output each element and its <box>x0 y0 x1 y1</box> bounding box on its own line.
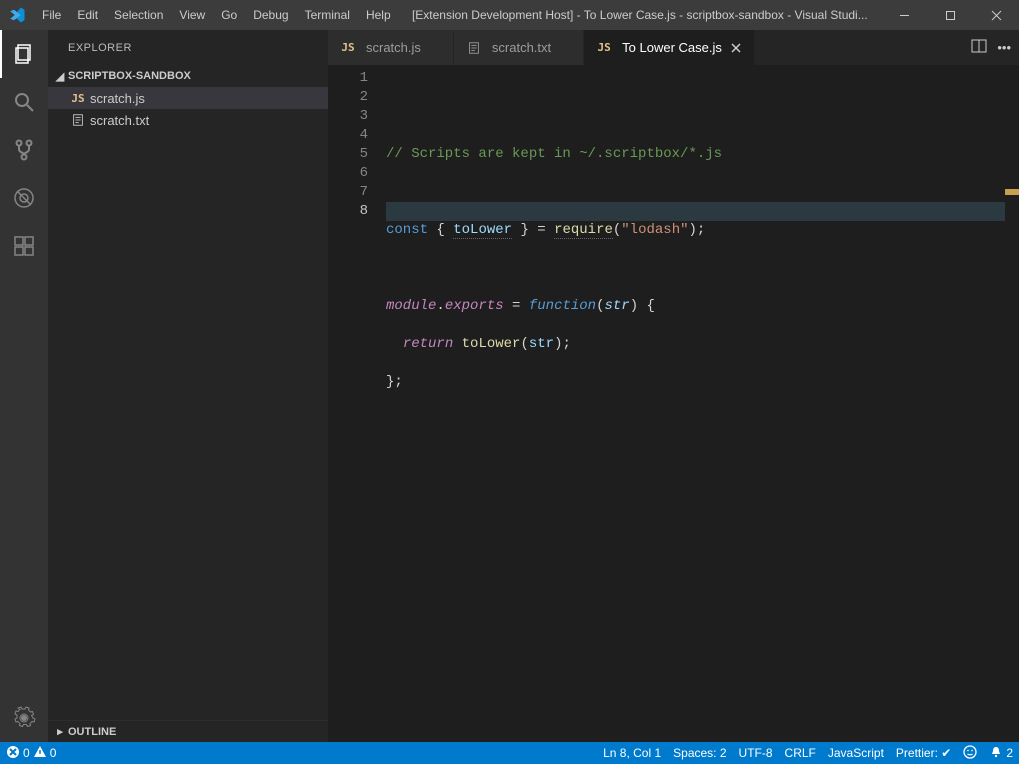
menu-terminal[interactable]: Terminal <box>297 0 358 30</box>
activity-search[interactable] <box>0 78 48 126</box>
close-button[interactable] <box>973 0 1019 30</box>
smiley-icon <box>963 745 977 762</box>
tree-item-scratch-txt[interactable]: scratch.txt <box>48 109 328 131</box>
js-file-icon: JS <box>68 92 88 105</box>
status-errors[interactable]: 0 0 <box>0 742 62 764</box>
status-notifications[interactable]: 2 <box>983 742 1019 764</box>
sidebar-title: EXPLORER <box>48 30 328 65</box>
editor-actions: ••• <box>963 30 1019 65</box>
code-content[interactable]: // Scripts are kept in ~/.scriptbox/*.js… <box>386 65 1005 742</box>
section-header-folder[interactable]: ◢ SCRIPTBOX-SANDBOX <box>48 65 328 87</box>
menu-edit[interactable]: Edit <box>69 0 106 30</box>
activity-explorer[interactable] <box>0 30 48 78</box>
menu-file[interactable]: File <box>34 0 69 30</box>
file-label: scratch.txt <box>90 113 149 128</box>
overview-mark <box>1005 189 1019 195</box>
window-controls <box>881 0 1019 30</box>
js-file-icon: JS <box>338 41 358 54</box>
warning-icon <box>33 745 47 762</box>
tab-label: To Lower Case.js <box>622 40 722 55</box>
overview-ruler[interactable] <box>1005 65 1019 742</box>
file-tree: JS scratch.js scratch.txt <box>48 87 328 720</box>
error-icon <box>6 745 20 762</box>
chevron-right-icon: ▸ <box>52 725 68 738</box>
code-editor[interactable]: 1 2 3 4 5 6 7 8 // Scripts are kept in ~… <box>328 65 1019 742</box>
js-file-icon: JS <box>594 41 614 54</box>
section-header-label: SCRIPTBOX-SANDBOX <box>68 70 191 82</box>
tab-close-icon[interactable] <box>728 40 744 56</box>
status-feedback[interactable] <box>957 742 983 764</box>
chevron-down-icon: ◢ <box>52 70 68 83</box>
title-bar: File Edit Selection View Go Debug Termin… <box>0 0 1019 30</box>
activity-scm[interactable] <box>0 126 48 174</box>
minimize-button[interactable] <box>881 0 927 30</box>
vscode-icon <box>0 6 34 24</box>
menu-go[interactable]: Go <box>213 0 245 30</box>
menu-help[interactable]: Help <box>358 0 399 30</box>
tab-scratch-js[interactable]: JS scratch.js <box>328 30 454 65</box>
split-editor-icon[interactable] <box>971 38 987 57</box>
menu-bar: File Edit Selection View Go Debug Termin… <box>34 0 399 30</box>
maximize-button[interactable] <box>927 0 973 30</box>
tab-to-lower-case-js[interactable]: JS To Lower Case.js <box>584 30 755 65</box>
status-encoding[interactable]: UTF-8 <box>733 742 779 764</box>
menu-debug[interactable]: Debug <box>245 0 296 30</box>
status-language[interactable]: JavaScript <box>822 742 890 764</box>
activity-settings[interactable] <box>0 694 48 742</box>
section-header-outline[interactable]: ▸ OUTLINE <box>48 720 328 742</box>
menu-view[interactable]: View <box>171 0 213 30</box>
tree-item-scratch-js[interactable]: JS scratch.js <box>48 87 328 109</box>
activity-debug[interactable] <box>0 174 48 222</box>
tab-label: scratch.txt <box>492 40 551 55</box>
sidebar-explorer: EXPLORER ◢ SCRIPTBOX-SANDBOX JS scratch.… <box>48 30 328 742</box>
main-area: EXPLORER ◢ SCRIPTBOX-SANDBOX JS scratch.… <box>0 30 1019 742</box>
txt-file-icon <box>68 113 88 127</box>
menu-selection[interactable]: Selection <box>106 0 171 30</box>
tab-scratch-txt[interactable]: scratch.txt <box>454 30 584 65</box>
status-spaces[interactable]: Spaces: 2 <box>667 742 732 764</box>
window-title: [Extension Development Host] - To Lower … <box>399 8 881 22</box>
status-eol[interactable]: CRLF <box>779 742 822 764</box>
tab-bar: JS scratch.js scratch.txt JS To Lower Ca… <box>328 30 1019 65</box>
status-bar: 0 0 Ln 8, Col 1 Spaces: 2 UTF-8 CRLF Jav… <box>0 742 1019 764</box>
line-gutter: 1 2 3 4 5 6 7 8 <box>328 65 386 742</box>
tab-label: scratch.js <box>366 40 421 55</box>
activity-extensions[interactable] <box>0 222 48 270</box>
status-prettier[interactable]: Prettier: ✔ <box>890 742 957 764</box>
section-header-label: OUTLINE <box>68 726 116 738</box>
activity-bar <box>0 30 48 742</box>
file-label: scratch.js <box>90 91 145 106</box>
bell-icon <box>989 745 1003 762</box>
txt-file-icon <box>464 41 484 55</box>
more-actions-icon[interactable]: ••• <box>997 40 1011 55</box>
status-cursor[interactable]: Ln 8, Col 1 <box>597 742 667 764</box>
editor-area: JS scratch.js scratch.txt JS To Lower Ca… <box>328 30 1019 742</box>
